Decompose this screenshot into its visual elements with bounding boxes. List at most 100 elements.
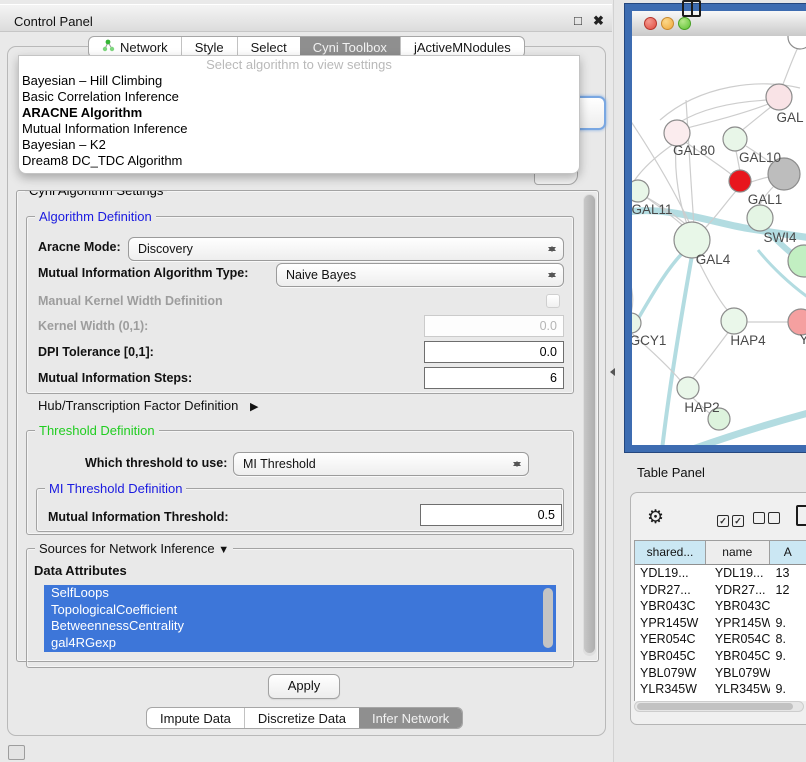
algorithm-option-selected[interactable]: ARACNE Algorithm [19,105,579,121]
panel-title: Control Panel [14,14,93,29]
data-attributes-list: SelfLoops TopologicalCoefficient Between… [44,585,556,652]
tab-cyni-toolbox[interactable]: Cyni Toolbox [300,37,400,57]
tab-jactivemnodules[interactable]: jActiveMNodules [400,37,524,57]
table-horizontal-scrollbar[interactable] [634,701,804,712]
table-row[interactable]: YER054CYER054C8. [635,631,806,648]
cyni-bottom-tabbar: Impute Data Discretize Data Infer Networ… [146,707,463,729]
algorithm-option[interactable]: Dream8 DC_TDC Algorithm [19,153,579,169]
minimize-traffic-light-icon[interactable] [661,17,674,30]
tab-select[interactable]: Select [237,37,300,57]
mi-steps-field[interactable]: 6 [424,367,564,389]
table-row[interactable]: YBL079WYBL079W [635,665,806,682]
column-header-name[interactable]: name [706,541,770,564]
tab-discretize-data[interactable]: Discretize Data [244,708,359,728]
combobox-value: Discovery [138,242,193,256]
algorithm-option[interactable]: Bayesian – Hill Climbing [19,73,579,89]
which-threshold-combobox[interactable]: MI Threshold [233,452,529,476]
table-row[interactable]: YDL19...YDL19...13 [635,565,806,582]
zoom-traffic-light-icon[interactable] [678,17,691,30]
node[interactable] [788,36,806,49]
node-gal11[interactable] [632,180,649,202]
network-window-titlebar[interactable] [632,11,806,37]
attribute-item-selected[interactable]: gal4RGexp [44,635,556,652]
node-label: GAL [776,110,804,125]
column-header[interactable]: A [770,541,806,564]
table-header-row: shared... name A [635,541,806,565]
group-title-row[interactable]: Sources for Network Inference ▼ [35,541,233,558]
mi-steps-label: Mutual Information Steps: [38,371,192,385]
close-traffic-light-icon[interactable] [644,17,657,30]
aracne-mode-combobox[interactable]: Discovery [128,237,564,261]
settings-scrollbar[interactable] [583,194,596,656]
cell: 9. [770,681,806,698]
tab-label: Impute Data [160,711,231,726]
cell: 9. [770,648,806,665]
mi-threshold-label: Mutual Information Threshold: [48,510,229,524]
node-hap4[interactable] [721,308,747,334]
network-canvas[interactable]: GAL GAL80 GAL10 GAL1 GAL11 SWI4 GAL4 GCY… [632,36,806,445]
tab-network[interactable]: Network [89,37,181,57]
node-label: Y [799,332,806,347]
apply-button[interactable]: Apply [268,674,340,699]
node-red-gal1[interactable] [729,170,751,192]
node-swi4[interactable] [747,205,773,231]
checkbox-empty-icon [753,512,765,524]
tab-label: Cyni Toolbox [313,40,387,55]
table-row[interactable]: YBR045CYBR045C9. [635,648,806,665]
algorithm-option[interactable]: Basic Correlation Inference [19,89,579,105]
scrollbar-thumb[interactable] [584,195,595,653]
mi-threshold-field[interactable]: 0.5 [420,504,562,526]
tab-style[interactable]: Style [181,37,237,57]
node-label: GAL10 [739,150,781,165]
combobox-arrows-icon [512,457,521,471]
kernel-width-field[interactable]: 0.0 [424,315,564,337]
cell: 8. [770,631,806,648]
scrollbar-thumb[interactable] [637,703,793,710]
column-header-shared-name[interactable]: shared... [635,541,706,564]
checkbox-empty-icon [768,512,780,524]
node-gal7[interactable] [766,84,792,110]
gear-icon[interactable]: ⚙ [647,508,664,527]
app-root: Control Panel □ ✖ Network Style Select C… [0,0,806,762]
panel-grip-icon[interactable] [8,745,25,760]
tab-infer-network[interactable]: Infer Network [359,708,462,728]
table-row[interactable]: YDR27...YDR27...12 [635,582,806,599]
table-row[interactable]: YLR345WYLR345W9. [635,681,806,698]
cell: YBL079W [635,665,706,682]
hub-definition-expander[interactable]: Hub/Transcription Factor Definition ▶ [38,398,258,413]
cell: YBR045C [635,648,706,665]
group-title: Algorithm Definition [35,209,156,224]
split-columns-icon[interactable] [682,0,701,17]
float-window-icon[interactable]: □ [574,14,582,27]
cell: YDR27... [706,582,770,599]
close-icon[interactable]: ✖ [593,14,604,27]
group-title: Threshold Definition [35,423,159,438]
attribute-item-selected[interactable]: TopologicalCoefficient [44,602,556,619]
algorithm-option[interactable]: Bayesian – K2 [19,137,579,153]
dropdown-placeholder: Select algorithm to view settings [19,56,579,73]
unchecked-boxes-icon[interactable] [753,511,783,529]
dpi-tolerance-label: DPI Tolerance [0,1]: [38,345,154,359]
which-threshold-label: Which threshold to use: [85,456,227,470]
cell: 13 [770,565,806,582]
node-gal10[interactable] [723,127,747,151]
tab-impute-data[interactable]: Impute Data [147,708,244,728]
cell: YPR145W [635,615,706,632]
attribute-item-selected[interactable]: SelfLoops [44,585,556,602]
attribute-item-selected[interactable]: BetweennessCentrality [44,618,556,635]
list-scrollbar-thumb[interactable] [543,588,553,648]
checked-boxes-icon[interactable]: ✓✓ [717,511,747,529]
table-row[interactable]: YPR145WYPR145W9. [635,615,806,632]
table-body: YDL19...YDL19...13 YDR27...YDR27...12 YB… [635,565,806,701]
table-row[interactable]: YBR043CYBR043C [635,598,806,615]
mi-algorithm-type-combobox[interactable]: Naive Bayes [276,263,564,287]
network-tab-icon [102,39,115,55]
cell: YER054C [706,631,770,648]
node-hap2[interactable] [677,377,699,399]
control-panel-titlebar: Control Panel □ ✖ [0,4,612,32]
manual-kernel-width-checkbox[interactable] [546,294,560,308]
panel-resize-arrow-icon[interactable] [606,368,615,376]
algorithm-option[interactable]: Mutual Information Inference [19,121,579,137]
new-table-icon[interactable] [796,505,806,526]
dpi-tolerance-field[interactable]: 0.0 [424,341,564,363]
